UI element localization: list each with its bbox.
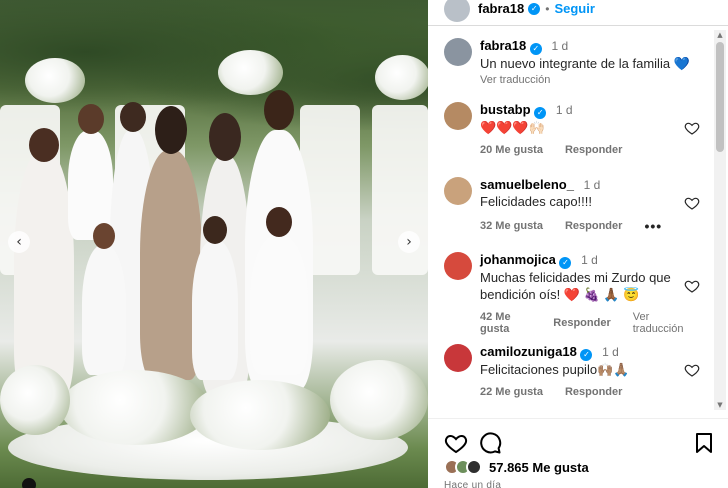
reply-button[interactable]: Responder (553, 317, 610, 329)
reply-button[interactable]: Responder (565, 220, 622, 232)
comment-likes[interactable]: 32 Me gusta (480, 220, 543, 232)
reply-button[interactable]: Responder (565, 144, 622, 156)
flower-arrangement (190, 380, 330, 450)
avatar[interactable] (444, 38, 472, 66)
verified-icon: ✓ (580, 349, 593, 361)
translate-link[interactable]: Ver traducción (480, 74, 550, 86)
comment-time[interactable]: 1 d (584, 178, 601, 192)
follow-button[interactable]: Seguir (554, 1, 594, 16)
post-photo[interactable]: ‹ › (0, 0, 428, 488)
comment-username[interactable]: samuelbeleno_ (480, 177, 574, 192)
comment-bubble-icon[interactable] (478, 431, 502, 455)
author-username[interactable]: fabra18 (478, 1, 524, 16)
post-header: fabra18 ✓ • Seguir (428, 0, 728, 26)
scroll-down-icon[interactable]: ▼ (714, 400, 726, 410)
verified-icon: ✓ (559, 257, 572, 269)
comments-list: fabra18 ✓ 1 d Un nuevo integrante de la … (428, 28, 728, 420)
person (82, 223, 126, 375)
save-bookmark-icon[interactable] (692, 431, 716, 455)
comments-scrollbar[interactable]: ▲ ▼ (714, 30, 726, 410)
person (192, 216, 238, 380)
flower-arrangement (218, 50, 283, 95)
comment-text: Felicidades capo!!!! (480, 194, 593, 209)
flower-arrangement (0, 365, 70, 435)
comment-likes[interactable]: 20 Me gusta (480, 144, 543, 156)
avatar[interactable] (444, 344, 472, 372)
reply-button[interactable]: Responder (565, 386, 622, 398)
scroll-up-icon[interactable]: ▲ (714, 30, 726, 40)
comment-time[interactable]: 1 d (602, 345, 619, 359)
comment-time[interactable]: 1 d (552, 39, 569, 53)
comment-username[interactable]: fabra18 (480, 38, 526, 53)
flower-arrangement (330, 360, 428, 440)
comment-username[interactable]: camilozuniga18 (480, 344, 577, 359)
cursor-dot (22, 478, 36, 488)
comment-text: Felicitaciones pupilo🙌🏽🙏🏽 (480, 362, 630, 377)
post-actions: 57.865 Me gusta Hace un día (428, 418, 728, 488)
like-heart-icon[interactable] (684, 362, 700, 378)
like-heart-icon[interactable] (684, 120, 700, 136)
comment-username[interactable]: johanmojica (480, 252, 556, 267)
verified-icon: ✓ (528, 2, 541, 15)
like-heart-icon[interactable] (444, 431, 468, 455)
liker-avatar (466, 459, 482, 475)
person (250, 207, 308, 375)
separator-dot: • (545, 1, 550, 16)
avatar[interactable] (444, 177, 472, 205)
flower-arrangement (375, 55, 428, 100)
more-options-icon[interactable]: ••• (644, 218, 662, 234)
verified-icon: ✓ (534, 107, 547, 119)
likes-summary[interactable]: 57.865 Me gusta (444, 459, 589, 475)
avatar[interactable] (444, 252, 472, 280)
comment-likes[interactable]: 42 Me gusta (480, 311, 531, 335)
post-date[interactable]: Hace un día (444, 480, 501, 488)
comment-text: ❤️❤️❤️🙌🏻 (480, 120, 545, 135)
verified-icon: ✓ (529, 43, 542, 55)
comment-text: Muchas felicidades mi Zurdo que bendició… (480, 270, 671, 302)
comment-time[interactable]: 1 d (581, 253, 598, 267)
comments-pane: fabra18 ✓ • Seguir fabra18 ✓ 1 d Un nuev… (428, 0, 728, 488)
comment-text: Un nuevo integrante de la familia 💙 (480, 56, 690, 71)
avatar[interactable] (444, 102, 472, 130)
translate-link[interactable]: Ver traducción (633, 311, 690, 335)
comment-time[interactable]: 1 d (556, 103, 573, 117)
like-heart-icon[interactable] (684, 195, 700, 211)
like-heart-icon[interactable] (684, 278, 700, 294)
person (14, 128, 74, 400)
next-photo-button[interactable]: › (398, 231, 420, 253)
flower-arrangement (25, 58, 85, 103)
comment-likes[interactable]: 22 Me gusta (480, 386, 543, 398)
likes-count[interactable]: 57.865 Me gusta (489, 460, 589, 475)
scrollbar-thumb[interactable] (716, 42, 724, 152)
comment-username[interactable]: bustabp (480, 102, 531, 117)
prev-photo-button[interactable]: ‹ (8, 231, 30, 253)
flower-arrangement (60, 370, 210, 445)
author-avatar[interactable] (444, 0, 470, 22)
